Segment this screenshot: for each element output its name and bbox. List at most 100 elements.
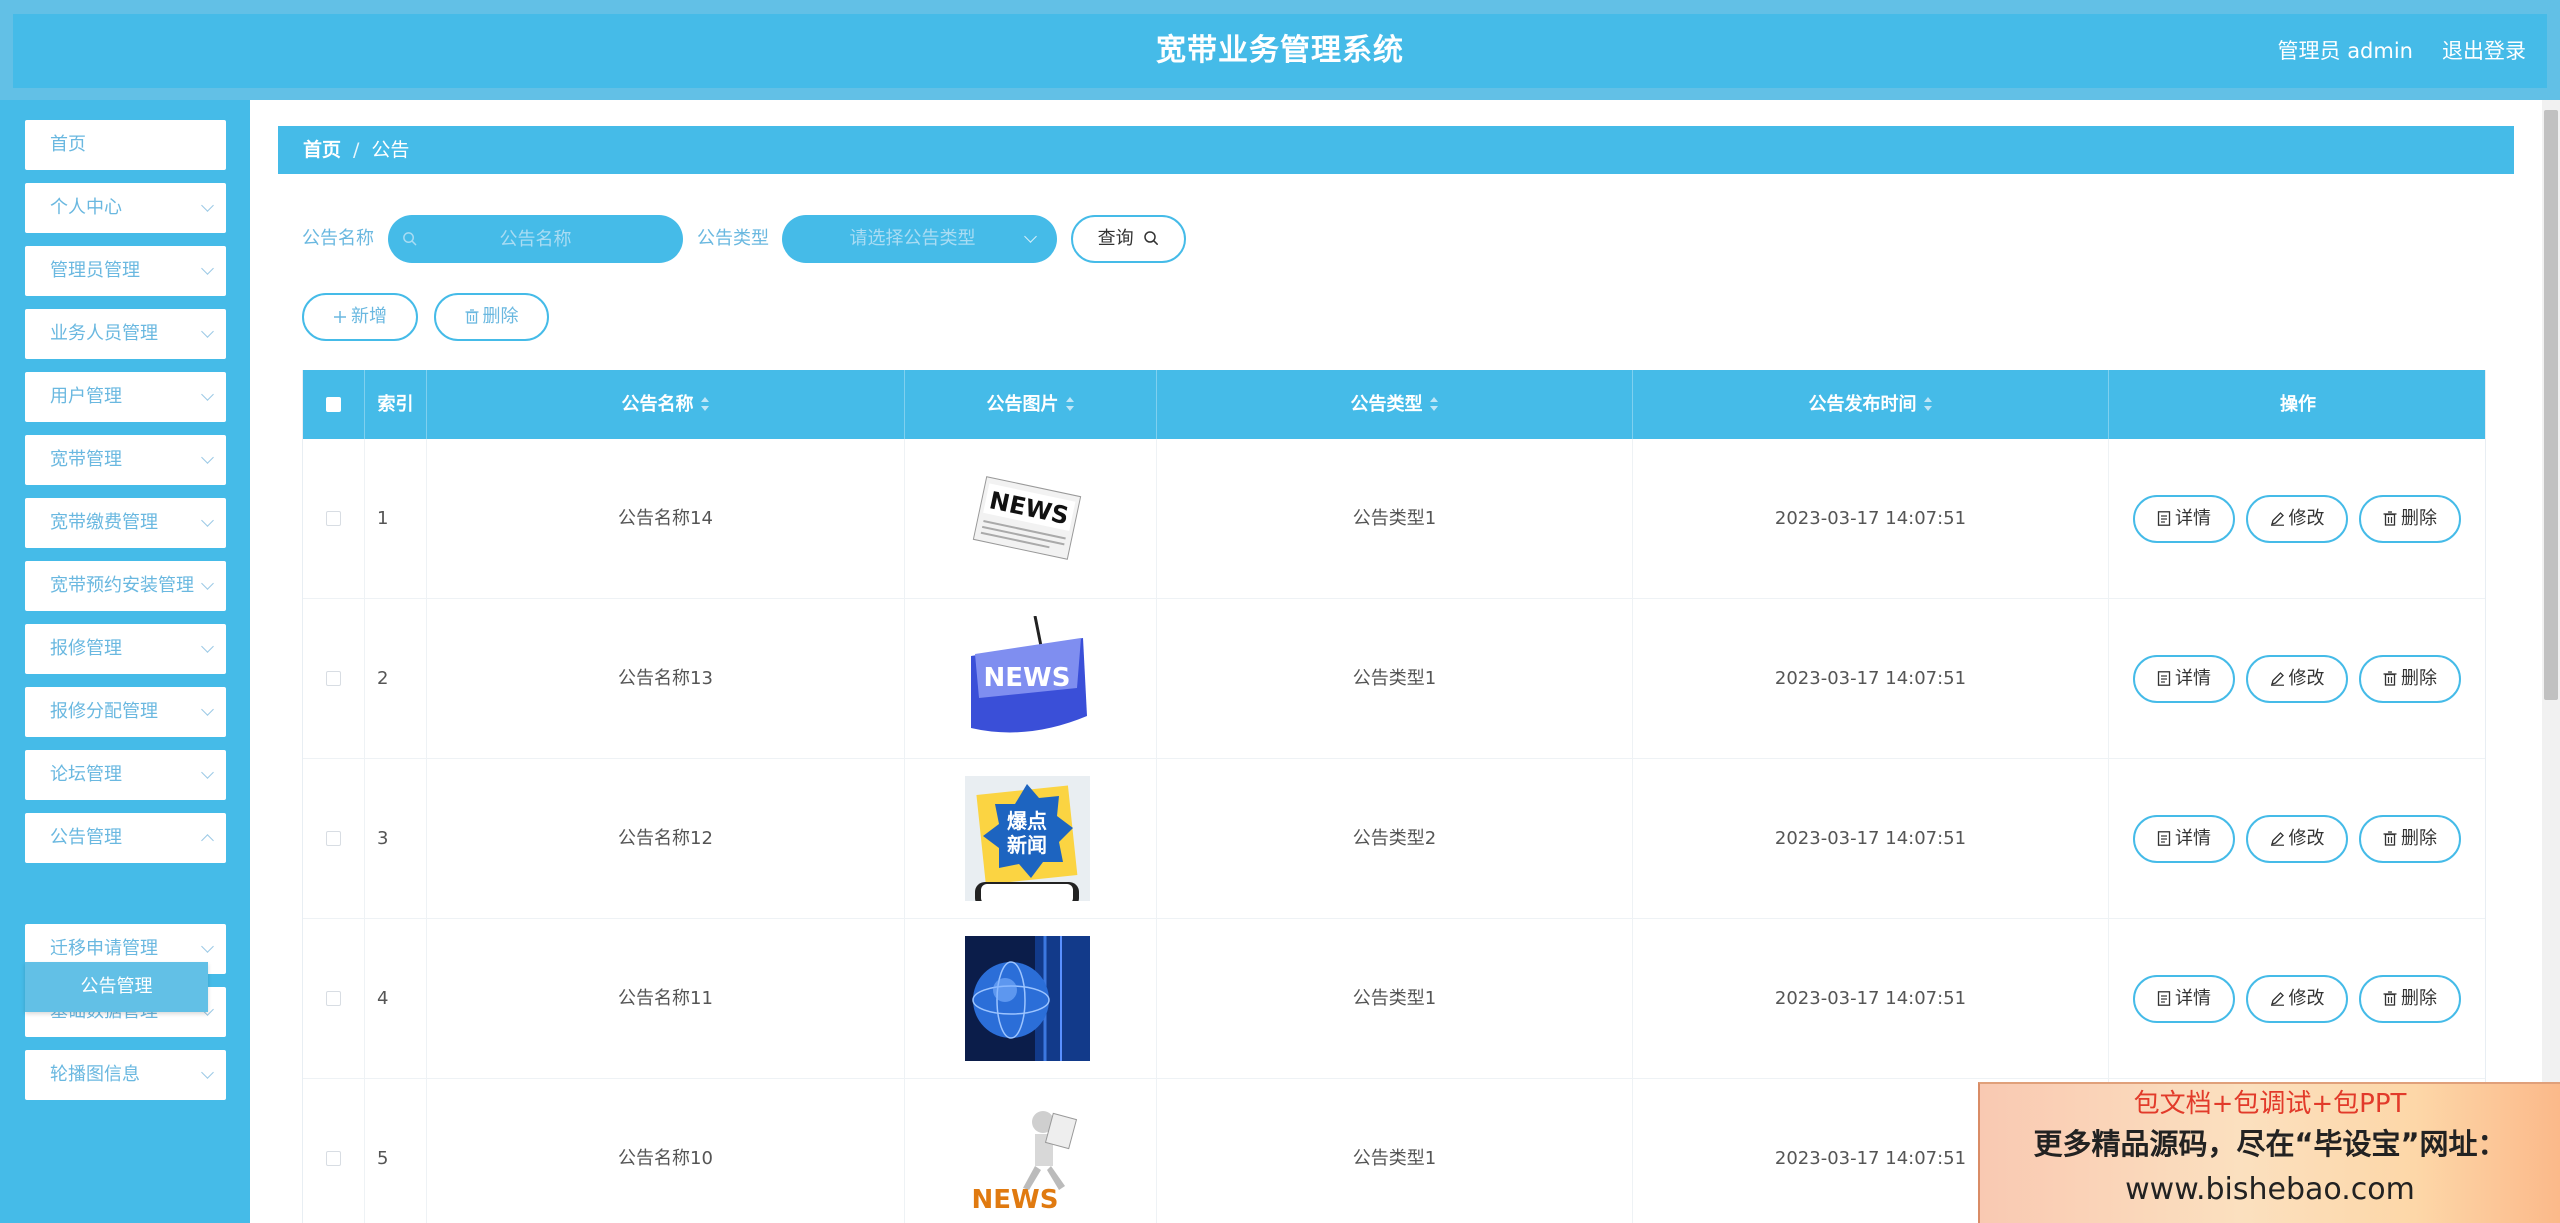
sidebar-item[interactable]: 报修管理	[25, 624, 226, 674]
chevron-down-icon	[201, 640, 214, 653]
sidebar-item-label: 报修分配管理	[50, 701, 158, 722]
row-actions: 详情 修改 删除	[2109, 759, 2487, 919]
sidebar-item[interactable]: 个人中心	[25, 183, 226, 233]
table-row: 3 公告名称12 爆点 新闻 公告类型2 2023-03-17 14:07:51 详情 修改删…	[303, 759, 2485, 919]
sidebar-item[interactable]: 报修分配管理	[25, 687, 226, 737]
batch-delete-button[interactable]: 删除	[434, 293, 549, 341]
breadcrumb: 首页 / 公告	[278, 126, 2514, 174]
delete-button[interactable]: 删除	[2359, 815, 2461, 863]
sort-icon[interactable]	[1429, 397, 1439, 411]
document-icon	[2157, 668, 2175, 689]
breadcrumb-home[interactable]: 首页	[303, 139, 341, 161]
sidebar-item[interactable]: 宽带缴费管理	[25, 498, 226, 548]
sidebar-item-label: 管理员管理	[50, 260, 140, 281]
promo-url: www.bishebao.com	[2125, 1172, 2415, 1207]
row-checkbox[interactable]	[326, 831, 341, 846]
row-checkbox[interactable]	[326, 991, 341, 1006]
notice-name-label: 公告名称	[302, 228, 374, 249]
column-header-name[interactable]: 公告名称	[427, 370, 905, 439]
detail-label: 详情	[2175, 988, 2211, 1009]
notice-thumbnail[interactable]: NEWS	[965, 456, 1090, 581]
row-checkbox[interactable]	[326, 671, 341, 686]
header-bar: 宽带业务管理系统 管理员 admin 退出登录	[13, 14, 2547, 88]
row-index: 1	[365, 439, 427, 599]
detail-button[interactable]: 详情	[2133, 815, 2235, 863]
query-button[interactable]: 查询	[1071, 215, 1186, 263]
row-notice-type: 公告类型1	[1157, 599, 1633, 759]
table-row: 2 公告名称13 NEWS 公告类型1 2023-03-17 14:07:51 详情 修改 删…	[303, 599, 2485, 759]
sidebar-item[interactable]: 用户管理	[25, 372, 226, 422]
column-header-image[interactable]: 公告图片	[905, 370, 1157, 439]
row-image-cell: 爆点 新闻	[905, 759, 1157, 919]
sort-icon[interactable]	[1923, 397, 1933, 411]
sidebar-item[interactable]: 首页	[25, 120, 226, 170]
sidebar-item-label: 公告管理	[50, 827, 122, 848]
select-all-cell	[303, 370, 365, 439]
detail-button[interactable]: 详情	[2133, 495, 2235, 543]
plus-icon	[334, 311, 346, 323]
sidebar-item[interactable]: 论坛管理	[25, 750, 226, 800]
scrollbar-thumb[interactable]	[2544, 110, 2558, 700]
row-publish-time: 2023-03-17 14:07:51	[1633, 759, 2109, 919]
chevron-up-icon	[201, 834, 214, 847]
promo-line-2: 更多精品源码，尽在“毕设宝”网址：	[2033, 1127, 2507, 1161]
sort-icon[interactable]	[700, 397, 710, 411]
sidebar-item-label: 个人中心	[50, 197, 122, 218]
column-header-label: 公告类型	[1350, 394, 1423, 415]
breadcrumb-current: 公告	[371, 139, 410, 161]
row-notice-name: 公告名称10	[427, 1079, 905, 1223]
add-button[interactable]: 新增	[302, 293, 418, 341]
edit-button[interactable]: 修改	[2246, 495, 2348, 543]
column-header-time[interactable]: 公告发布时间	[1633, 370, 2109, 439]
svg-text:NEWS: NEWS	[972, 1185, 1059, 1215]
page-scrollbar[interactable]	[2542, 100, 2560, 1223]
notice-thumbnail[interactable]: NEWS	[965, 1096, 1090, 1221]
detail-button[interactable]: 详情	[2133, 975, 2235, 1023]
batch-delete-label: 删除	[482, 306, 519, 327]
sort-icon[interactable]	[1065, 397, 1075, 411]
sidebar-item[interactable]: 宽带预约安装管理	[25, 561, 226, 611]
notice-type-select[interactable]: 请选择公告类型	[782, 215, 1057, 263]
column-header-type[interactable]: 公告类型	[1157, 370, 1633, 439]
sidebar-item[interactable]: 业务人员管理	[25, 309, 226, 359]
notice-name-input[interactable]	[388, 215, 683, 263]
sidebar-item[interactable]: 轮播图信息	[25, 1050, 226, 1100]
sidebar-item[interactable]: 宽带管理	[25, 435, 226, 485]
sidebar-item-label: 首页	[50, 134, 86, 155]
pencil-icon	[2270, 988, 2289, 1009]
logout-link[interactable]: 退出登录	[2442, 14, 2526, 88]
chevron-down-icon	[201, 451, 214, 464]
delete-button[interactable]: 删除	[2359, 655, 2461, 703]
delete-button[interactable]: 删除	[2359, 495, 2461, 543]
row-notice-name: 公告名称12	[427, 759, 905, 919]
column-header-label: 操作	[2280, 394, 2316, 415]
trash-icon	[2383, 828, 2401, 849]
edit-label: 修改	[2288, 508, 2325, 529]
edit-button[interactable]: 修改	[2246, 655, 2348, 703]
sidebar-item[interactable]: 公告管理	[25, 813, 226, 863]
row-checkbox[interactable]	[326, 1151, 341, 1166]
row-notice-name: 公告名称11	[427, 919, 905, 1079]
notice-thumbnail[interactable]: 爆点 新闻	[965, 776, 1090, 908]
edit-button[interactable]: 修改	[2246, 815, 2348, 863]
sidebar-item[interactable]: 管理员管理	[25, 246, 226, 296]
chevron-down-icon	[201, 514, 214, 527]
notice-thumbnail[interactable]	[965, 936, 1090, 1061]
delete-button[interactable]: 删除	[2359, 975, 2461, 1023]
chevron-down-icon	[1024, 230, 1037, 243]
column-header-index: 索引	[365, 370, 427, 439]
chevron-down-icon	[201, 1066, 214, 1079]
delete-label: 删除	[2401, 668, 2437, 689]
sidebar-subitem-notice[interactable]: 公告管理	[25, 962, 208, 1012]
select-all-checkbox[interactable]	[326, 397, 341, 412]
row-image-cell: NEWS	[905, 439, 1157, 599]
delete-label: 删除	[2401, 988, 2437, 1009]
notice-type-label: 公告类型	[697, 228, 769, 249]
row-checkbox[interactable]	[326, 511, 341, 526]
pencil-icon	[2270, 828, 2289, 849]
chevron-down-icon	[201, 940, 214, 953]
detail-button[interactable]: 详情	[2133, 655, 2235, 703]
notice-thumbnail[interactable]: NEWS	[965, 615, 1090, 741]
edit-button[interactable]: 修改	[2246, 975, 2348, 1023]
search-icon	[403, 232, 417, 246]
